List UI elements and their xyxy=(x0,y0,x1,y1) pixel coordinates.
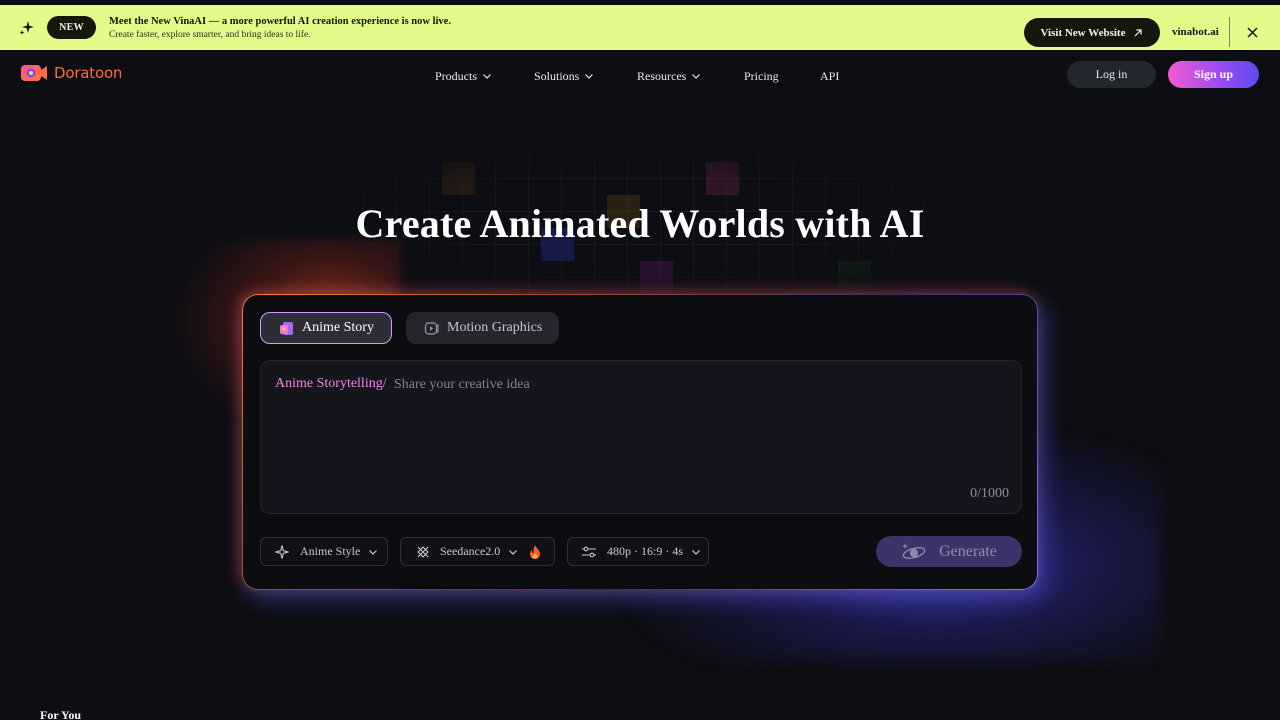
banner-subtext: Create faster, explore smarter, and brin… xyxy=(109,30,311,40)
generate-button-label: Generate xyxy=(939,542,997,560)
doratoon-logo[interactable]: Doratoon xyxy=(20,63,122,83)
anime-story-icon xyxy=(280,321,293,335)
nav-pricing-label: Pricing xyxy=(744,68,779,83)
nav-products[interactable]: Products xyxy=(435,68,492,84)
login-button[interactable]: Log in xyxy=(1067,61,1156,88)
nav-resources-label: Resources xyxy=(637,68,687,83)
prompt-prefix: Anime Storytelling/ xyxy=(275,376,387,391)
grid-cell-highlight xyxy=(838,261,871,294)
char-count: 0/1000 xyxy=(970,486,1009,501)
nav-products-label: Products xyxy=(435,68,477,83)
close-icon[interactable] xyxy=(1245,25,1260,40)
nav-resources[interactable]: Resources xyxy=(637,68,701,84)
magic-sparkle-icon xyxy=(275,544,289,559)
chevron-down-icon xyxy=(692,74,701,79)
hero-title: Create Animated Worlds with AI xyxy=(355,201,925,246)
external-arrow-icon xyxy=(1135,28,1143,36)
generate-wand-icon xyxy=(902,542,926,559)
banner-divider xyxy=(1229,17,1230,47)
generate-button[interactable]: Generate xyxy=(876,536,1022,567)
nav-api[interactable]: API xyxy=(820,68,839,84)
nav-api-label: API xyxy=(820,68,840,83)
chevron-down-icon xyxy=(509,549,518,555)
grid-cell-highlight xyxy=(442,162,475,195)
video-settings-select[interactable]: 480p · 16:9 · 4s xyxy=(567,537,709,566)
video-settings-label: 480p · 16:9 · 4s xyxy=(607,544,683,558)
vinabot-link[interactable]: vinabot.ai xyxy=(1172,26,1219,38)
style-select-label: Anime Style xyxy=(300,544,361,558)
motion-graphics-icon xyxy=(424,321,439,335)
signup-button[interactable]: Sign up xyxy=(1168,61,1259,88)
model-select-label: Seedance2.0 xyxy=(440,544,501,558)
chevron-down-icon xyxy=(585,74,594,79)
grid-cell-highlight xyxy=(640,261,673,294)
brand-name: Doratoon xyxy=(54,64,123,82)
visit-button-label: Visit New Website xyxy=(1040,26,1126,39)
prompt-box[interactable]: Anime Storytelling/ 0/1000 xyxy=(260,360,1022,514)
visit-new-website-button[interactable]: Visit New Website xyxy=(1024,18,1160,47)
for-you-heading: For You xyxy=(40,708,82,720)
style-select[interactable]: Anime Style xyxy=(260,537,388,566)
chevron-down-icon xyxy=(369,549,378,555)
chevron-down-icon xyxy=(483,74,491,79)
sliders-icon xyxy=(582,546,596,557)
prompt-input[interactable] xyxy=(394,374,994,396)
nav-pricing[interactable]: Pricing xyxy=(744,68,779,84)
tab-motion-graphics-label: Motion Graphics xyxy=(447,320,543,335)
nav-solutions-label: Solutions xyxy=(534,68,580,83)
banner-headline: Meet the New VinaAI — a more powerful AI… xyxy=(109,16,451,27)
model-select[interactable]: Seedance2.0 xyxy=(400,537,555,566)
grid-cell-highlight xyxy=(706,162,739,195)
announcement-banner: NEW Meet the New VinaAI — a more powerfu… xyxy=(0,5,1280,50)
creation-panel: Anime Story Motion Graphics Anime Storyt… xyxy=(242,294,1038,590)
chevron-down-icon xyxy=(692,549,700,555)
tab-anime-story-label: Anime Story xyxy=(302,320,374,335)
tab-anime-story[interactable]: Anime Story xyxy=(260,312,392,344)
logo-camera-icon xyxy=(21,65,47,81)
nav-solutions[interactable]: Solutions xyxy=(534,68,594,84)
banner-message: Meet the New VinaAI — a more powerful AI… xyxy=(109,15,451,42)
tab-motion-graphics[interactable]: Motion Graphics xyxy=(406,312,559,344)
new-badge: NEW xyxy=(47,16,96,39)
fire-icon xyxy=(530,544,541,559)
sparkle-icon xyxy=(19,21,34,35)
model-icon xyxy=(417,545,429,558)
